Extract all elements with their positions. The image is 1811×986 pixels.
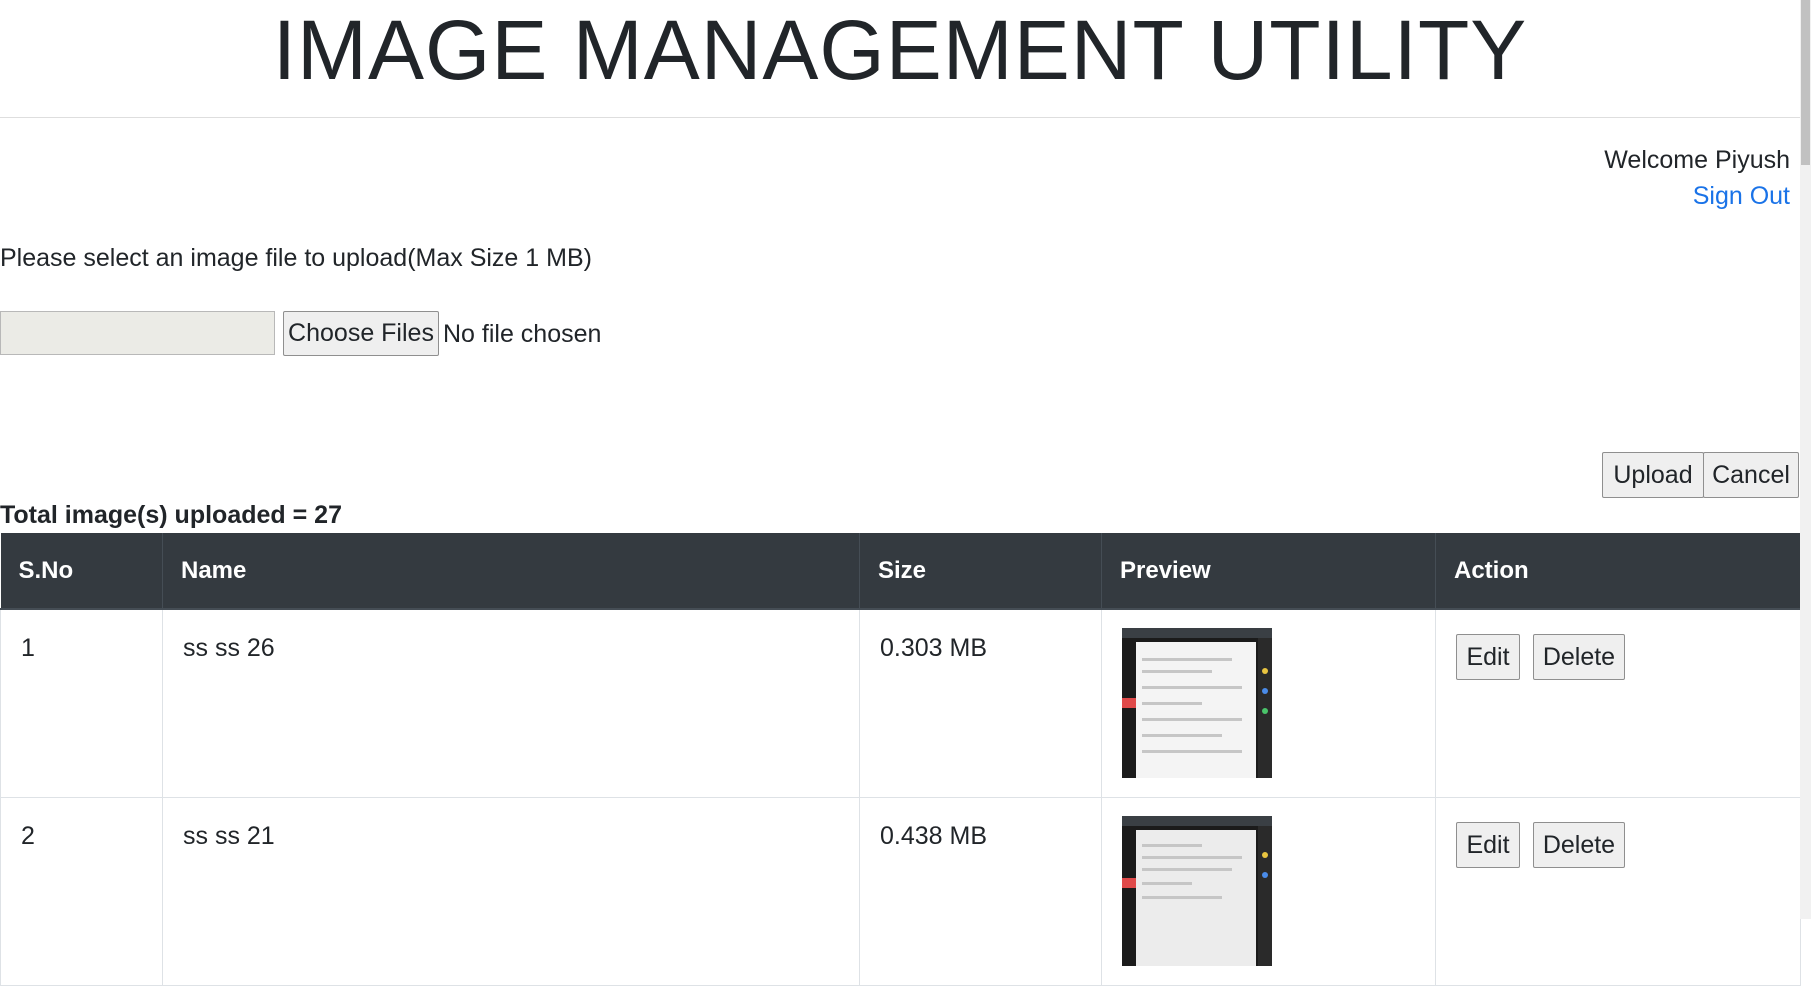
no-file-chosen-text: No file chosen — [443, 320, 602, 348]
title-divider — [0, 117, 1800, 118]
thumbnail-line — [1142, 856, 1242, 859]
thumbnail-dot — [1262, 872, 1268, 878]
upload-button[interactable]: Upload — [1602, 452, 1704, 498]
edit-button[interactable]: Edit — [1456, 634, 1520, 680]
column-header-action: Action — [1435, 533, 1801, 610]
thumbnail-line — [1142, 750, 1242, 753]
thumbnail-line — [1142, 686, 1242, 689]
thumbnail-line — [1142, 896, 1222, 899]
thumbnail-line — [1142, 702, 1202, 705]
page-title: IMAGE MANAGEMENT UTILITY — [272, 3, 1528, 97]
images-table: S.No Name Size Preview Action 1 ss ss 26… — [0, 533, 1801, 986]
thumbnail-dot — [1262, 852, 1268, 858]
delete-button[interactable]: Delete — [1532, 634, 1625, 680]
thumbnail-line — [1142, 670, 1212, 673]
thumbnail-page — [1136, 642, 1256, 778]
choose-files-button[interactable]: Choose Files — [283, 311, 439, 356]
column-header-name: Name — [162, 533, 860, 610]
table-row: 1 ss ss 26 0.303 MB Edit Delete — [0, 608, 1801, 798]
size-cell: 0.303 MB — [859, 608, 1102, 798]
page: IMAGE MANAGEMENT UTILITY Welcome Piyush … — [0, 0, 1801, 986]
thumbnail-line — [1142, 868, 1232, 871]
thumbnail-sidebar — [1258, 826, 1272, 966]
action-cell: Edit Delete — [1435, 797, 1801, 986]
thumbnail-dot — [1262, 688, 1268, 694]
action-cell: Edit Delete — [1435, 608, 1801, 798]
column-header-size: Size — [859, 533, 1102, 610]
table-header-row: S.No Name Size Preview Action — [0, 533, 1801, 610]
table-row: 2 ss ss 21 0.438 MB Edit Delete — [0, 797, 1801, 986]
total-uploaded-text: Total image(s) uploaded = 27 — [0, 501, 342, 529]
sno-cell: 2 — [0, 797, 163, 986]
thumbnail-toolbar — [1122, 816, 1272, 826]
thumbnail-line — [1142, 734, 1222, 737]
sign-out-link[interactable]: Sign Out — [1693, 182, 1790, 211]
name-cell: ss ss 21 — [162, 797, 860, 986]
column-header-preview: Preview — [1101, 533, 1436, 610]
thumbnail-accent — [1122, 698, 1136, 708]
preview-cell — [1101, 797, 1436, 986]
edit-button[interactable]: Edit — [1456, 822, 1520, 868]
cancel-button[interactable]: Cancel — [1703, 452, 1799, 498]
thumbnail-line — [1142, 658, 1232, 661]
thumbnail-line — [1142, 844, 1202, 847]
column-header-sno: S.No — [0, 533, 163, 610]
scrollbar-thumb[interactable] — [1801, 0, 1810, 165]
thumbnail-dot — [1262, 708, 1268, 714]
thumbnail-line — [1142, 882, 1192, 885]
sno-cell: 1 — [0, 608, 163, 798]
delete-button[interactable]: Delete — [1532, 822, 1625, 868]
thumbnail-toolbar — [1122, 628, 1272, 638]
image-preview-thumbnail[interactable] — [1122, 628, 1272, 778]
thumbnail-accent — [1122, 878, 1136, 888]
preview-cell — [1101, 608, 1436, 798]
image-preview-thumbnail[interactable] — [1122, 816, 1272, 966]
name-cell: ss ss 26 — [162, 608, 860, 798]
upload-instruction: Please select an image file to upload(Ma… — [0, 244, 592, 272]
thumbnail-line — [1142, 718, 1242, 721]
welcome-text: Welcome Piyush — [1604, 146, 1790, 174]
size-cell: 0.438 MB — [859, 797, 1102, 986]
thumbnail-dot — [1262, 668, 1268, 674]
file-input-field[interactable] — [0, 311, 275, 355]
